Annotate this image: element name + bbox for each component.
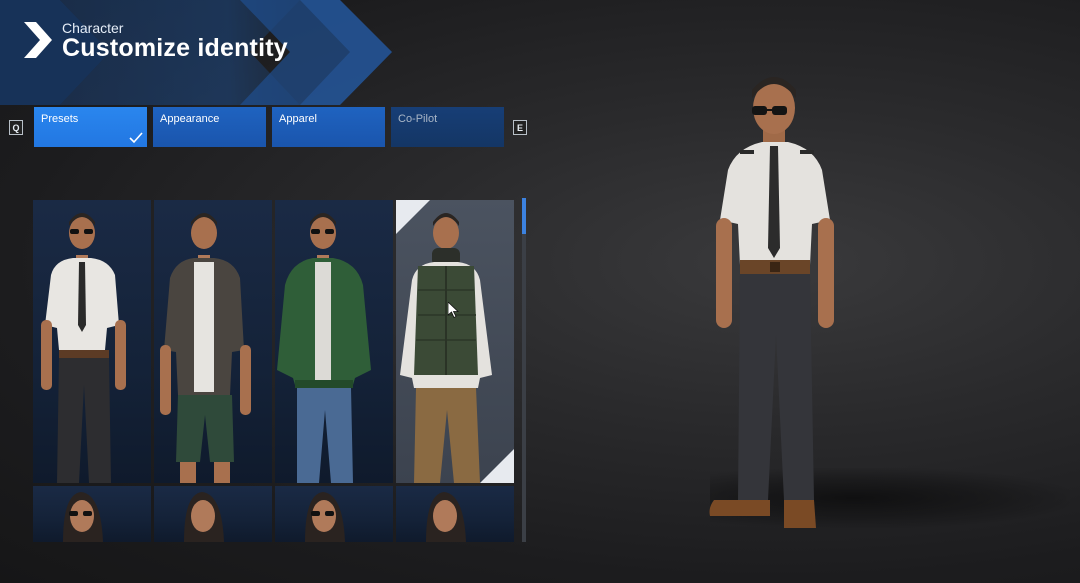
character-preview[interactable] (700, 70, 870, 540)
selected-corner-marker-top (396, 200, 430, 234)
tab-appearance[interactable]: Appearance (153, 107, 266, 147)
preset-bomber-figure (277, 213, 371, 483)
preset-card-female-3[interactable] (275, 486, 393, 542)
tab-co-pilot[interactable]: Co-Pilot (391, 107, 504, 147)
preset-card-female-4[interactable] (396, 486, 514, 542)
next-tab-key-hint[interactable]: E (513, 120, 527, 135)
tab-apparel[interactable]: Apparel (272, 107, 385, 147)
preset-vest-figure (400, 213, 492, 483)
preset-card-casual[interactable] (154, 200, 272, 483)
preset-female-4-figure (426, 492, 466, 542)
preset-card-female-1[interactable] (33, 486, 151, 542)
tab-apparel-label: Apparel (279, 113, 317, 125)
preset-card-female-2[interactable] (154, 486, 272, 542)
tab-presets[interactable]: Presets (34, 107, 147, 147)
chevron-right-icon (24, 22, 52, 58)
preset-card-bomber[interactable] (275, 200, 393, 483)
selected-corner-marker-bottom (480, 449, 514, 483)
preset-card-pilot[interactable] (33, 200, 151, 483)
preset-female-3-figure (305, 492, 345, 542)
preset-grid (33, 200, 517, 542)
preset-pilot-figure (41, 213, 126, 483)
preset-scrollbar[interactable] (522, 198, 526, 542)
preset-female-1-figure (63, 492, 103, 542)
prev-tab-key-hint[interactable]: Q (9, 120, 23, 135)
checkmark-icon (129, 132, 143, 144)
preset-female-2-figure (184, 492, 224, 542)
preset-card-vest[interactable] (396, 200, 514, 483)
tab-co-pilot-label: Co-Pilot (398, 113, 438, 125)
preset-casual-figure (160, 213, 251, 483)
tab-appearance-label: Appearance (160, 113, 220, 125)
preset-scrollbar-thumb[interactable] (522, 198, 526, 234)
mouse-cursor-icon (448, 302, 460, 318)
page-title: Customize identity (62, 34, 288, 62)
tab-presets-label: Presets (41, 113, 79, 125)
